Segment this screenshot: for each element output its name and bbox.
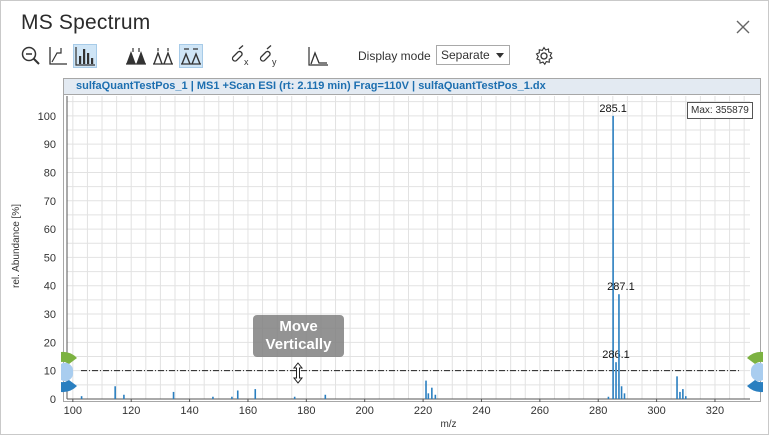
peak-label: 285.1 — [599, 103, 627, 115]
y-tick-label: 70 — [44, 196, 56, 208]
y-tick-label: 10 — [44, 366, 56, 378]
peak-label: 286.1 — [602, 349, 630, 361]
x-tick-label: 200 — [356, 405, 374, 417]
y-tick-label: 0 — [50, 394, 56, 406]
peak-label: 287.1 — [607, 281, 635, 293]
x-tick-label: 240 — [472, 405, 490, 417]
move-vertical-cursor-icon — [292, 362, 304, 384]
y-tick-label: 30 — [44, 309, 56, 321]
x-tick-label: 160 — [239, 405, 257, 417]
x-tick-label: 300 — [647, 405, 665, 417]
x-tick-label: 260 — [531, 405, 549, 417]
x-tick-label: 280 — [589, 405, 607, 417]
move-vertically-tooltip: Move Vertically — [253, 315, 344, 357]
y-tick-label: 100 — [38, 111, 56, 123]
y-tick-label: 20 — [44, 337, 56, 349]
x-tick-label: 320 — [706, 405, 724, 417]
x-tick-label: 120 — [122, 405, 140, 417]
spectrum-chart[interactable]: 100 120 140 160 180 200 220 240 260 280 300 320 0 10 2… — [1, 1, 769, 436]
y-tick-label: 40 — [44, 281, 56, 293]
x-tick-label: 180 — [297, 405, 315, 417]
y-tick-label: 80 — [44, 167, 56, 179]
y-tick-label: 90 — [44, 139, 56, 151]
y-tick-label: 50 — [44, 252, 56, 264]
threshold-handle-right[interactable] — [741, 350, 763, 394]
y-tick-label: 60 — [44, 224, 56, 236]
x-tick-label: 100 — [64, 405, 82, 417]
max-intensity-label: Max: 355879 — [687, 102, 753, 119]
x-axis-title: m/z — [440, 419, 456, 430]
ms-spectrum-window: MS Spectrum x y Display mode Separate su… — [0, 0, 769, 435]
y-axis-title: rel. Abundance [%] — [11, 204, 22, 288]
threshold-handle-left[interactable] — [61, 350, 83, 394]
x-tick-label: 140 — [180, 405, 198, 417]
x-tick-label: 220 — [414, 405, 432, 417]
